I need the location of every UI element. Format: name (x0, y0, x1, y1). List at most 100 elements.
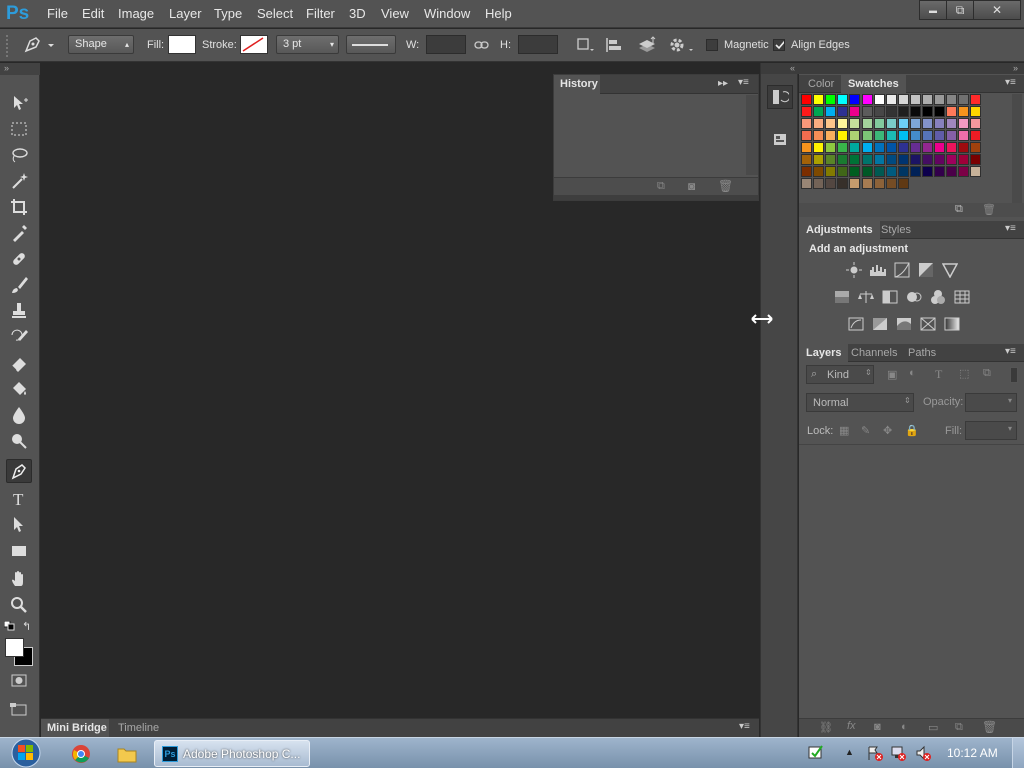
stroke-width-field[interactable]: 3 pt ▾ (276, 35, 339, 54)
lasso-tool-icon[interactable] (6, 143, 32, 167)
swatch[interactable] (970, 94, 982, 105)
volume-muted-icon[interactable] (915, 745, 931, 761)
swatch[interactable] (958, 106, 970, 117)
toolbar-collapse-icon[interactable]: » (0, 63, 40, 75)
swatches-grid[interactable] (801, 94, 1006, 194)
swatch[interactable] (849, 154, 861, 165)
tab-styles[interactable]: Styles (881, 224, 911, 236)
posterize-icon[interactable] (871, 316, 889, 332)
swatch[interactable] (970, 118, 982, 129)
pick-tool-mode-select[interactable]: Shape ▴ (68, 35, 134, 54)
magic-wand-tool-icon[interactable] (6, 169, 32, 193)
invert-icon[interactable] (847, 316, 865, 332)
dock-collapse-icon[interactable]: » (799, 63, 1024, 74)
swatch[interactable] (922, 94, 933, 105)
swatch[interactable] (801, 166, 812, 177)
swatch[interactable] (861, 154, 873, 165)
lock-position-icon[interactable]: ✥ (883, 424, 892, 437)
swatch[interactable] (837, 154, 849, 165)
panel-menu-icon[interactable]: ▾≡ (1005, 223, 1016, 234)
path-selection-tool-icon[interactable] (6, 513, 32, 537)
panel-menu-icon[interactable]: ▾≡ (738, 77, 749, 88)
hue-saturation-icon[interactable] (833, 289, 851, 305)
swatch[interactable] (885, 106, 897, 117)
swatch[interactable] (861, 106, 873, 117)
adjustment-layer-filter-icon[interactable]: ◐ (909, 367, 916, 379)
menu-window[interactable]: Window (424, 6, 470, 21)
swatch[interactable] (825, 142, 837, 153)
swatch[interactable] (885, 166, 897, 177)
panel-menu-icon[interactable]: ▾≡ (1005, 346, 1016, 357)
crop-tool-icon[interactable] (6, 195, 32, 219)
swatch[interactable] (825, 118, 837, 129)
menu-layer[interactable]: Layer (169, 6, 202, 21)
panel-expand-icon[interactable]: ▸▸ (718, 78, 728, 89)
menu-3d[interactable]: 3D (349, 6, 366, 21)
swatch[interactable] (922, 130, 933, 141)
swatch[interactable] (849, 94, 861, 105)
swatch[interactable] (813, 118, 825, 129)
swatch[interactable] (885, 130, 897, 141)
tab-history[interactable]: History (554, 75, 600, 94)
swatch[interactable] (837, 94, 849, 105)
swatch[interactable] (934, 154, 946, 165)
menu-help[interactable]: Help (485, 6, 512, 21)
swatch[interactable] (934, 130, 946, 141)
swatch[interactable] (934, 94, 946, 105)
clock[interactable]: 10:12 AM (947, 746, 998, 760)
vibrance-icon[interactable] (941, 262, 959, 278)
adjustment-layer-icon[interactable]: ◐ (901, 721, 908, 733)
swatch[interactable] (958, 142, 970, 153)
swatch[interactable] (873, 118, 885, 129)
history-brush-tool-icon[interactable] (6, 325, 32, 349)
photoshop-taskbar-button[interactable]: Ps Adobe Photoshop C... (154, 740, 310, 767)
dodge-tool-icon[interactable] (6, 429, 32, 453)
tab-layers[interactable]: Layers (799, 344, 849, 362)
swatch[interactable] (849, 142, 861, 153)
tool-preset-picker[interactable] (20, 34, 60, 56)
pixel-layer-filter-icon[interactable]: ▣ (887, 368, 897, 381)
swatch[interactable] (897, 178, 909, 189)
swatch[interactable] (958, 118, 970, 129)
swatch[interactable] (958, 130, 970, 141)
new-layer-icon[interactable]: ⧉ (955, 721, 963, 734)
swatch[interactable] (909, 142, 921, 153)
swatch[interactable] (873, 166, 885, 177)
lock-image-pixels-icon[interactable]: ✎ (861, 424, 870, 437)
swatch[interactable] (813, 106, 825, 117)
width-input[interactable] (426, 35, 466, 54)
chrome-taskbar-button[interactable] (62, 741, 100, 767)
swatch[interactable] (946, 166, 958, 177)
swatch[interactable] (813, 94, 825, 105)
swatch[interactable] (946, 154, 958, 165)
trash-icon[interactable]: 🗑 (982, 203, 996, 216)
swatch[interactable] (909, 118, 921, 129)
swatch[interactable] (801, 106, 812, 117)
menu-type[interactable]: Type (214, 6, 242, 21)
height-input[interactable] (518, 35, 558, 54)
eraser-tool-icon[interactable] (6, 351, 32, 375)
swatch[interactable] (813, 154, 825, 165)
swatch[interactable] (897, 118, 909, 129)
paint-bucket-tool-icon[interactable] (6, 377, 32, 401)
swatch[interactable] (934, 118, 946, 129)
layers-list[interactable] (799, 445, 1024, 717)
swatch[interactable] (885, 118, 897, 129)
swatch[interactable] (849, 166, 861, 177)
rectangle-tool-icon[interactable] (6, 539, 32, 563)
gradient-map-icon[interactable] (943, 316, 961, 332)
swap-colors-icon[interactable]: ↰ (22, 620, 34, 633)
swatch[interactable] (958, 154, 970, 165)
swatch[interactable] (897, 166, 909, 177)
swatch[interactable] (873, 106, 885, 117)
swatch[interactable] (946, 94, 958, 105)
menu-image[interactable]: Image (118, 6, 154, 21)
swatch[interactable] (946, 142, 958, 153)
swatch[interactable] (861, 130, 873, 141)
brush-tool-icon[interactable] (6, 273, 32, 297)
tab-adjustments[interactable]: Adjustments (799, 221, 880, 239)
quick-mask-icon[interactable] (6, 669, 32, 693)
swatch[interactable] (849, 118, 861, 129)
minimize-button[interactable]: ▬ (919, 0, 947, 20)
link-layers-icon[interactable]: ⛓ (819, 721, 833, 734)
